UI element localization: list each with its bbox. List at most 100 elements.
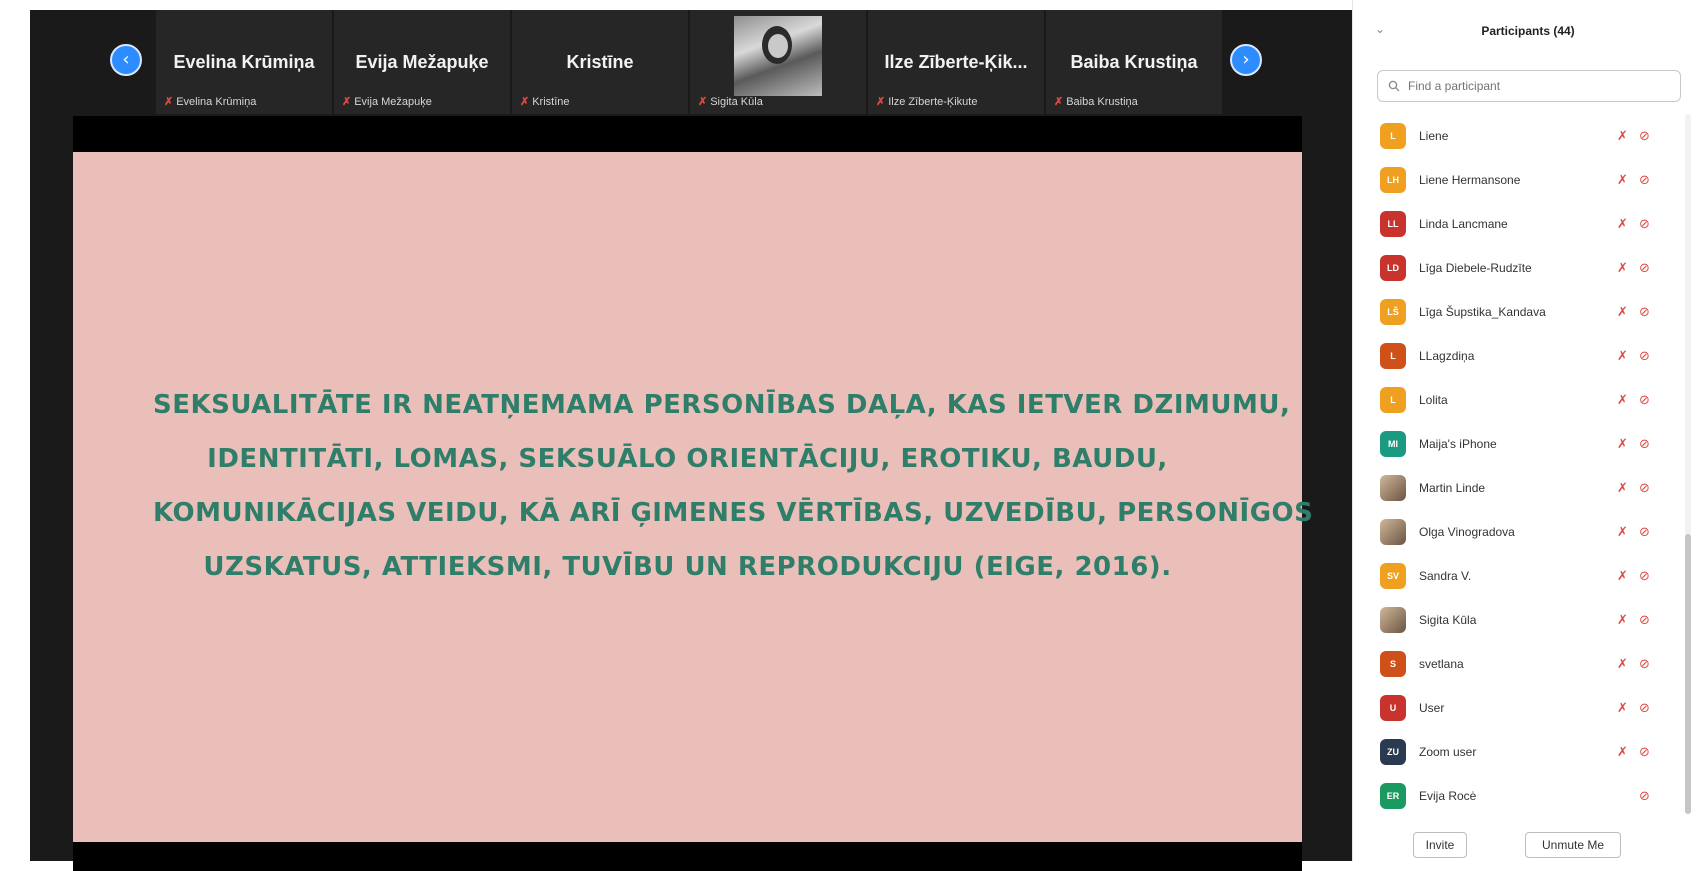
slide-line: KOMUNIKĀCIJAS VEIDU, KĀ ARĪ ĢIMENES VĒRT… [153, 498, 1314, 528]
muted-mic-icon[interactable]: ✗ [1617, 393, 1628, 408]
participant-row[interactable]: LD Līga Diebele-Rudzīte ✗ ⊘ [1353, 246, 1683, 290]
muted-mic-icon[interactable]: ✗ [1617, 613, 1628, 628]
participant-row[interactable]: LL Linda Lancmane ✗ ⊘ [1353, 202, 1683, 246]
video-tile[interactable]: Evelina Krūmiņa ✗ Evelina Krūmiņa [156, 10, 332, 114]
video-off-icon[interactable]: ⊘ [1639, 701, 1650, 716]
avatar: U [1380, 695, 1406, 721]
participant-row[interactable]: L Liene ✗ ⊘ [1353, 114, 1683, 158]
participant-name: Sigita Kūla [1419, 613, 1477, 627]
participant-name: User [1419, 701, 1445, 715]
avatar [1380, 475, 1406, 501]
avatar: LD [1380, 255, 1406, 281]
chevron-left-icon: ‹ [122, 49, 130, 70]
participant-row[interactable]: MI Maija's iPhone ✗ ⊘ [1353, 422, 1683, 466]
muted-mic-icon[interactable]: ✗ [1617, 481, 1628, 496]
gallery-next-button[interactable]: › [1230, 44, 1262, 76]
meeting-view: ‹ Evelina Krūmiņa ✗ Evelina Krūmiņa Evij… [30, 10, 1352, 871]
participant-name: Maija's iPhone [1419, 437, 1497, 451]
participant-row[interactable]: ZU Zoom user ✗ ⊘ [1353, 730, 1683, 774]
video-off-icon[interactable]: ⊘ [1639, 349, 1650, 364]
video-tile[interactable]: Baiba Krustiņa ✗ Baiba Krustiņa [1046, 10, 1222, 114]
video-off-icon[interactable]: ⊘ [1639, 437, 1650, 452]
muted-mic-icon[interactable]: ✗ [1617, 525, 1628, 540]
muted-mic-icon[interactable]: ✗ [1617, 305, 1628, 320]
participant-row[interactable]: Sigita Kūla ✗ ⊘ [1353, 598, 1683, 642]
tile-label-text: Evelina Krūmiņa [176, 95, 257, 108]
avatar: SV [1380, 563, 1406, 589]
muted-mic-icon[interactable]: ✗ [1617, 349, 1628, 364]
participant-row[interactable]: LH Liene Hermansone ✗ ⊘ [1353, 158, 1683, 202]
participant-name: Līga Šupstika_Kandava [1419, 305, 1546, 319]
video-off-icon[interactable]: ⊘ [1639, 261, 1650, 276]
letterbox-bottom [73, 842, 1302, 871]
video-off-icon[interactable]: ⊘ [1639, 481, 1650, 496]
participant-video [734, 16, 822, 96]
participant-row[interactable]: LŠ Līga Šupstika_Kandava ✗ ⊘ [1353, 290, 1683, 334]
scroll-thumb[interactable] [1685, 534, 1691, 814]
invite-button[interactable]: Invite [1413, 832, 1467, 858]
video-off-icon[interactable]: ⊘ [1639, 525, 1650, 540]
video-off-icon[interactable]: ⊘ [1639, 657, 1650, 672]
gallery-prev-button[interactable]: ‹ [110, 44, 142, 76]
video-tile[interactable]: Evija Mežapuķe ✗ Evija Mežapuķe [334, 10, 510, 114]
video-tile[interactable]: Kristīne ✗ Kristīne [512, 10, 688, 114]
tile-label: ✗ Evelina Krūmiņa [164, 95, 257, 109]
search-input[interactable] [1406, 78, 1670, 94]
muted-mic-icon[interactable]: ✗ [1617, 173, 1628, 188]
tile-name: Ilze Zīberte-Ķik... [884, 52, 1028, 72]
panel-header: ⌄ Participants (44) [1353, 22, 1702, 46]
video-off-icon[interactable]: ⊘ [1639, 305, 1650, 320]
participant-row[interactable]: U User ✗ ⊘ [1353, 686, 1683, 730]
tile-label-text: Evija Mežapuķe [354, 95, 432, 108]
tile-label-text: Kristīne [532, 95, 570, 108]
tile-name: Baiba Krustiņa [1070, 52, 1198, 72]
avatar [1380, 607, 1406, 633]
video-off-icon[interactable]: ⊘ [1639, 613, 1650, 628]
muted-mic-icon: ✗ [164, 96, 174, 108]
unmute-me-button[interactable]: Unmute Me [1525, 832, 1621, 858]
muted-mic-icon[interactable]: ✗ [1617, 217, 1628, 232]
participant-scrollbar[interactable] [1685, 114, 1691, 814]
video-off-icon[interactable]: ⊘ [1639, 745, 1650, 760]
video-off-icon[interactable]: ⊘ [1639, 129, 1650, 144]
video-tile[interactable]: ✗ Sigita Kūla [690, 10, 866, 114]
tile-label: ✗ Sigita Kūla [698, 95, 763, 109]
video-off-icon[interactable]: ⊘ [1639, 173, 1650, 188]
avatar: L [1380, 123, 1406, 149]
video-off-icon[interactable]: ⊘ [1639, 217, 1650, 232]
video-off-icon[interactable]: ⊘ [1639, 393, 1650, 408]
participant-row[interactable]: Martin Linde ✗ ⊘ [1353, 466, 1683, 510]
muted-mic-icon: ✗ [876, 96, 886, 108]
avatar: L [1380, 343, 1406, 369]
slide-line: SEKSUALITĀTE IR NEATŅEMAMA PERSONĪBAS DA… [153, 390, 1291, 420]
participant-row[interactable]: L Lolita ✗ ⊘ [1353, 378, 1683, 422]
tile-label-text: Sigita Kūla [710, 95, 763, 108]
muted-mic-icon[interactable]: ✗ [1617, 745, 1628, 760]
participant-row[interactable]: Olga Vinogradova ✗ ⊘ [1353, 510, 1683, 554]
tile-label: ✗ Kristīne [520, 95, 570, 109]
participant-name: Līga Diebele-Rudzīte [1419, 261, 1532, 275]
tile-label: ✗ Baiba Krustiņa [1054, 95, 1138, 109]
participant-search[interactable] [1377, 70, 1681, 102]
avatar: MI [1380, 431, 1406, 457]
avatar [1380, 519, 1406, 545]
participant-row[interactable]: L LLagzdiņa ✗ ⊘ [1353, 334, 1683, 378]
video-tile[interactable]: Ilze Zīberte-Ķik... ✗ Ilze Zīberte-Ķikut… [868, 10, 1044, 114]
tile-label: ✗ Ilze Zīberte-Ķikute [876, 95, 977, 109]
participant-row[interactable]: SV Sandra V. ✗ ⊘ [1353, 554, 1683, 598]
participant-name: svetlana [1419, 657, 1464, 671]
muted-mic-icon[interactable]: ✗ [1617, 569, 1628, 584]
participant-name: Lolita [1419, 393, 1448, 407]
muted-mic-icon[interactable]: ✗ [1617, 129, 1628, 144]
avatar: LH [1380, 167, 1406, 193]
participant-row[interactable]: ER Evija Rocė ⊘ [1353, 774, 1683, 818]
participant-name: Linda Lancmane [1419, 217, 1508, 231]
participant-row[interactable]: Ssvetlana ✗ ⊘ [1353, 642, 1683, 686]
video-off-icon[interactable]: ⊘ [1639, 569, 1650, 584]
muted-mic-icon[interactable]: ✗ [1617, 437, 1628, 452]
muted-mic-icon[interactable]: ✗ [1617, 657, 1628, 672]
video-off-icon[interactable]: ⊘ [1639, 789, 1650, 804]
muted-mic-icon[interactable]: ✗ [1617, 701, 1628, 716]
muted-mic-icon[interactable]: ✗ [1617, 261, 1628, 276]
shared-screen-slide: SEKSUALITĀTE IR NEATŅEMAMA PERSONĪBAS DA… [73, 152, 1314, 842]
